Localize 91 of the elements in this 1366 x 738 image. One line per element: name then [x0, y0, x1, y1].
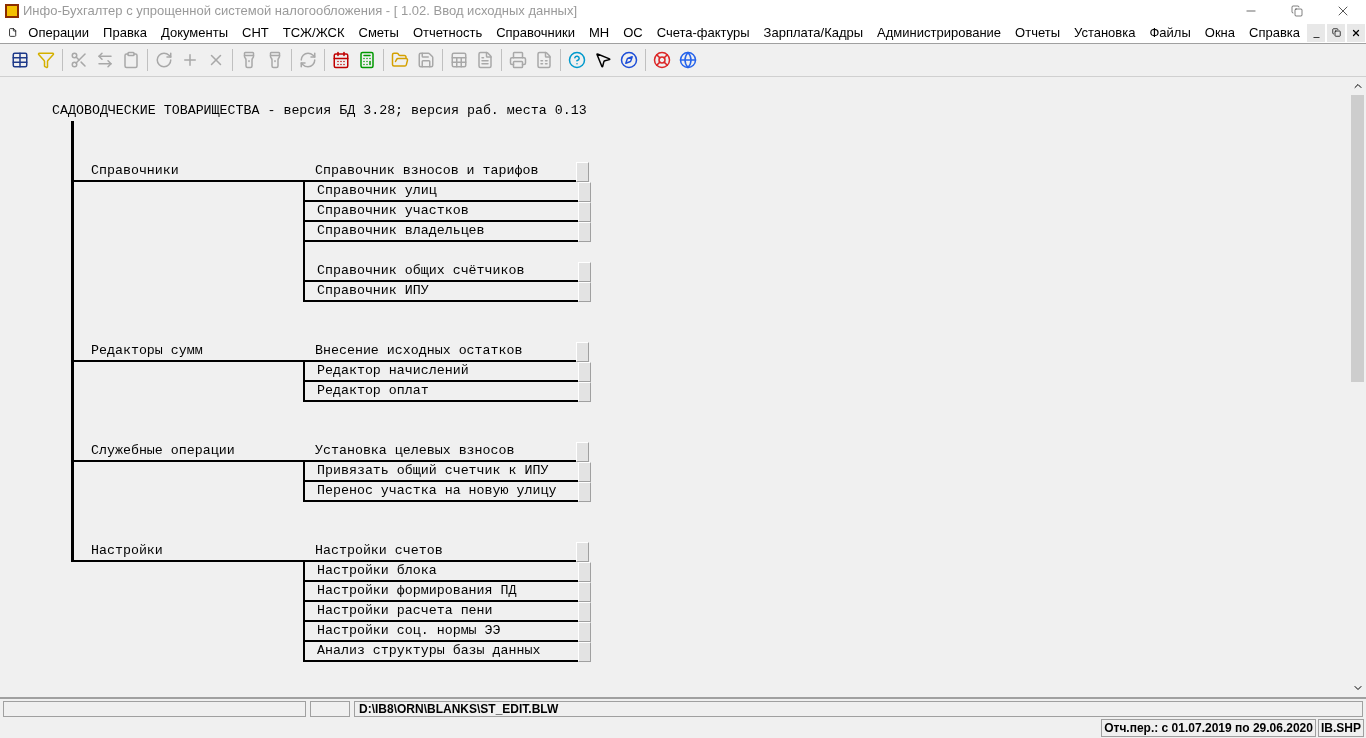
document-icon	[8, 26, 18, 39]
menu-item[interactable]: Счета-фактуры	[649, 22, 757, 43]
scissors-icon	[70, 51, 88, 69]
restore-icon	[1291, 5, 1303, 17]
item-button[interactable]	[578, 582, 591, 602]
item-button[interactable]	[578, 622, 591, 642]
menu-item[interactable]: Файлы	[1142, 22, 1198, 43]
restore-icon	[1331, 28, 1341, 37]
group-label: Служебные операции	[90, 442, 235, 460]
menu-item[interactable]: Операции	[21, 22, 97, 43]
globe-icon	[679, 51, 697, 69]
scroll-thumb[interactable]	[1351, 95, 1364, 382]
tree-item[interactable]: Справочник улиц	[305, 182, 578, 202]
item-button[interactable]	[578, 202, 591, 222]
mdi-close-button[interactable]	[1347, 23, 1365, 42]
item-button[interactable]	[578, 462, 591, 482]
lifebuoy-icon	[653, 51, 671, 69]
tree-item[interactable]: Внесение исходных остатков	[303, 342, 576, 362]
tree-item[interactable]: Настройки счетов	[303, 542, 576, 562]
tree-item[interactable]: Настройки расчета пени	[305, 602, 578, 622]
printer-icon	[509, 51, 527, 69]
item-button[interactable]	[578, 642, 591, 662]
item-button[interactable]	[578, 262, 591, 282]
calculator-icon	[358, 51, 376, 69]
tree-item[interactable]: Настройки блока	[305, 562, 578, 582]
window-title: Инфо-Бухгалтер с упрощенной системой налогообложения - [ 1.02. Ввод исходных данных]	[23, 2, 578, 21]
rotate-icon	[155, 51, 173, 69]
tree-item[interactable]: Перенос участка на новую улицу	[305, 482, 578, 502]
menu-item[interactable]: Справочники	[489, 22, 582, 43]
item-button[interactable]	[576, 342, 589, 362]
menu-item[interactable]: ОС	[616, 22, 650, 43]
database-header: САДОВОДЧЕСКИЕ ТОВАРИЩЕСТВА - версия БД 3.28; версия раб. места 0.13	[52, 102, 588, 120]
group-label: Редакторы сумм	[90, 342, 203, 360]
item-button[interactable]	[578, 362, 591, 382]
item-button[interactable]	[578, 562, 591, 582]
item-button[interactable]	[578, 182, 591, 202]
app-icon	[5, 4, 19, 18]
close-icon	[1351, 27, 1361, 38]
group-label: Настройки	[90, 542, 163, 560]
menu-item[interactable]: Установка	[1067, 22, 1143, 43]
compass-icon	[620, 51, 638, 69]
file-path: D:\IB8\ORN\BLANKS\ST_EDIT.BLW	[354, 700, 1363, 717]
table-icon	[11, 51, 29, 69]
document-icon	[476, 51, 494, 69]
item-button[interactable]	[576, 162, 589, 182]
menu-item[interactable]: СНТ	[235, 22, 276, 43]
menu-item[interactable]: Сметы	[351, 22, 406, 43]
spreadsheet-icon	[450, 51, 468, 69]
menu-item[interactable]: Зарплата/Кадры	[756, 22, 871, 43]
floppy-icon	[417, 51, 435, 69]
menu-item[interactable]: Правка	[96, 22, 154, 43]
item-button[interactable]	[578, 222, 591, 242]
folder-icon	[391, 51, 409, 69]
tree-item[interactable]: Справочник ИПУ	[305, 282, 578, 302]
menu-item[interactable]: МН	[581, 22, 617, 43]
item-button[interactable]	[576, 442, 589, 462]
plus-icon	[181, 51, 199, 69]
menu-item[interactable]: Отчетность	[405, 22, 490, 43]
period-label: Отч.пер.: с 01.07.2019 по 29.06.2020	[1101, 718, 1316, 737]
tree-item[interactable]: Справочник участков	[305, 202, 578, 222]
clipboard-icon	[122, 51, 140, 69]
menu-item[interactable]: Справка	[1242, 22, 1307, 43]
tree-item[interactable]: Редактор начислений	[305, 362, 578, 382]
filter-icon	[37, 51, 55, 69]
item-button[interactable]	[578, 282, 591, 302]
tree-item[interactable]: Справочник владельцев	[305, 222, 578, 242]
tree-item[interactable]: Справочник взносов и тарифов	[303, 162, 576, 182]
module-label: IB.SHP	[1318, 718, 1364, 737]
item-button[interactable]	[576, 542, 589, 562]
menu-item[interactable]: Окна	[1197, 22, 1242, 43]
tree-item[interactable]: Анализ структуры базы данных	[305, 642, 578, 662]
menu-item[interactable]: Документы	[154, 22, 235, 43]
arrows-icon	[96, 51, 114, 69]
menu-item[interactable]: Отчеты	[1008, 22, 1067, 43]
help-icon	[568, 51, 586, 69]
menu-item[interactable]: ТСЖ/ЖСК	[275, 22, 352, 43]
tree-item[interactable]: Справочник общих счётчиков	[305, 262, 578, 282]
calendar-icon	[332, 51, 350, 69]
group-label: Справочники	[90, 162, 179, 180]
mdi-restore-button[interactable]	[1327, 23, 1345, 42]
tree-item[interactable]: Редактор оплат	[305, 382, 578, 402]
item-button[interactable]	[578, 602, 591, 622]
refresh-icon	[299, 51, 317, 69]
menu-item[interactable]: Администрирование	[870, 22, 1009, 43]
item-button[interactable]	[578, 382, 591, 402]
page-icon	[535, 51, 553, 69]
tree-item[interactable]: Установка целевых взносов	[303, 442, 576, 462]
tree-item[interactable]: Настройки соц. нормы ЭЭ	[305, 622, 578, 642]
item-button[interactable]	[578, 482, 591, 502]
tree-item[interactable]: Настройки формирования ПД	[305, 582, 578, 602]
tree-item[interactable]: Привязать общий счетчик к ИПУ	[305, 462, 578, 482]
